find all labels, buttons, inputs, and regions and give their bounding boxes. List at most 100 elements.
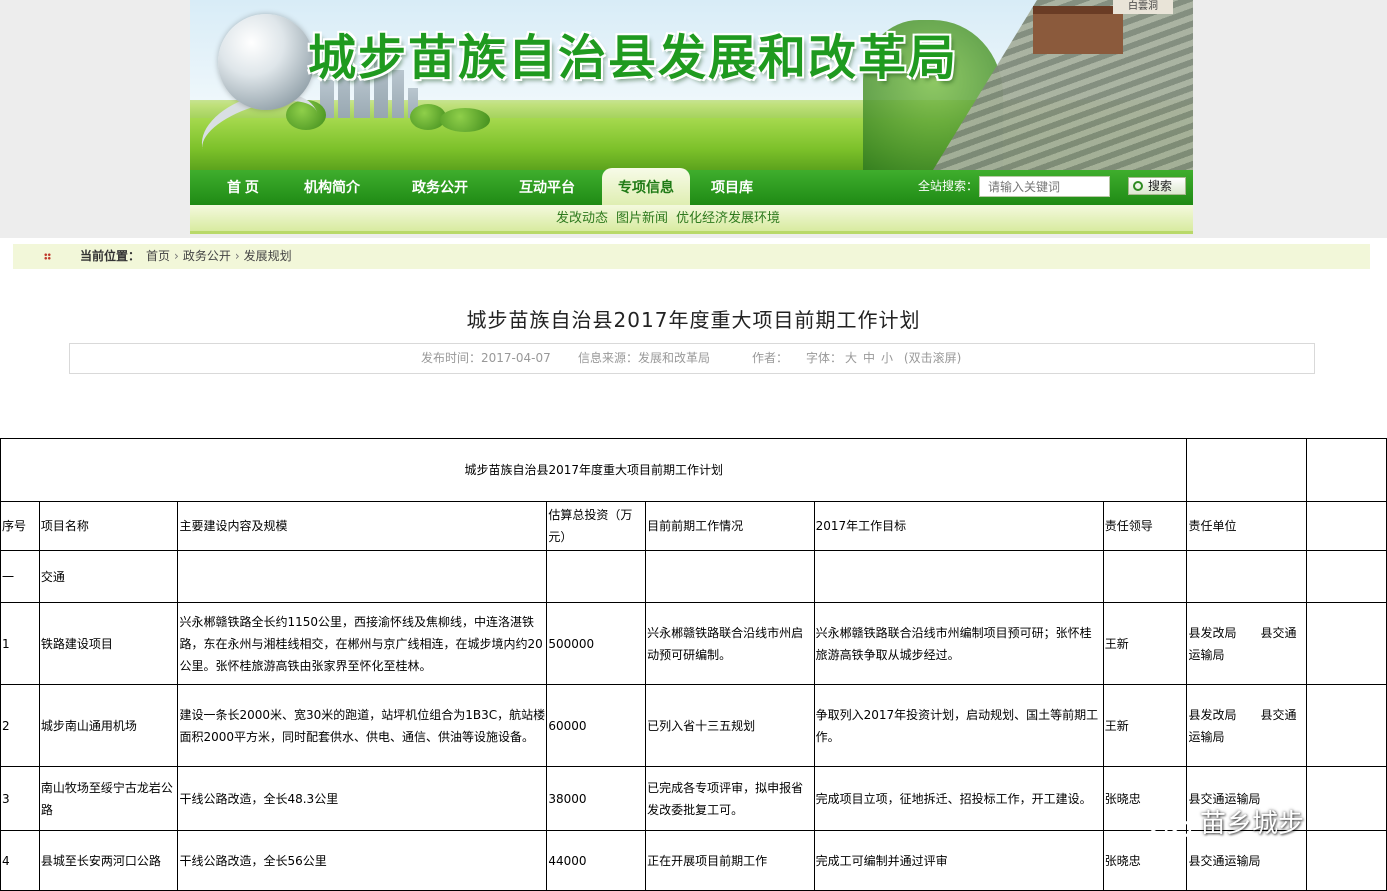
header-unit: 责任单位 [1186,501,1308,551]
header-status: 目前前期工作情况 [645,501,815,551]
author: 作者： [752,351,789,365]
table-section-row: 一 交通 [0,550,1387,603]
font-size-small[interactable]: 小 [881,351,893,365]
font-size-controls: 字体：大中小 (双击滚屏) [806,344,961,373]
nav-about[interactable]: 机构简介 [290,170,374,205]
banner-sign: 白雲洞 [1113,0,1173,14]
row-invest: 44000 [546,830,647,891]
header-content: 主要建设内容及规模 [177,501,548,551]
table-cell [1306,602,1387,685]
row-status: 已列入省十三五规划 [645,684,815,767]
table-cell [1306,684,1387,767]
table-cell [813,550,1104,603]
row-unit: 县发改局 县交通运输局 [1186,602,1308,685]
info-source: 信息来源：发展和改革局 [578,351,711,365]
breadcrumb-trail: 首页 › 政务公开 › 发展规划 [146,244,292,269]
header-no: 序号 [0,501,40,551]
banner-gate [1033,6,1123,54]
table-cell [1186,550,1308,603]
font-size-large[interactable]: 大 [845,351,857,365]
table-title: 城步苗族自治县2017年度重大项目前期工作计划 [0,438,1188,502]
header-name: 项目名称 [38,501,179,551]
font-size-medium[interactable]: 中 [863,351,875,365]
breadcrumb-gov-affairs[interactable]: 政务公开 [183,249,231,263]
table-title-row: 城步苗族自治县2017年度重大项目前期工作计划 [0,438,1387,502]
breadcrumb-separator: › [234,249,240,263]
row-status: 正在开展项目前期工作 [645,830,815,891]
row-goal: 完成项目立项，征地拆迁、招投标工作，开工建设。 [813,766,1104,831]
row-goal: 完成工可编制并通过评审 [813,830,1104,891]
row-no: 2 [0,684,40,767]
watermark-text: 苗乡城步 [1200,809,1305,839]
table-cell [1306,501,1387,551]
row-name: 南山牧场至绥宁古龙岩公路 [38,766,179,831]
search-label: 全站搜索： [918,179,979,193]
nav-project-library[interactable]: 项目库 [698,170,766,205]
wechat-icon [1147,810,1192,839]
row-content: 干线公路改造，全长48.3公里 [177,766,548,831]
subnav-reform-news[interactable]: 发改动态 [556,205,608,233]
subnav-business-environment[interactable]: 优化经济发展环境 [676,205,780,233]
row-leader: 王新 [1102,684,1188,767]
row-unit: 县发改局 县交通运输局 [1186,684,1308,767]
watermark: 苗乡城步 [1146,804,1304,844]
row-name: 城步南山通用机场 [38,684,179,767]
main-nav: 首 页 机构简介 政务公开 互动平台 专项信息 项目库 全站搜索： 搜索 [190,168,1193,205]
row-content: 干线公路改造，全长56公里 [177,830,548,891]
row-content: 兴永郴赣铁路全长约1150公里，西接渝怀线及焦柳线，中连洛湛铁路，东在永州与湘桂… [177,602,548,685]
section-no: 一 [0,550,40,603]
banner-globe [218,14,314,110]
table-cell [1306,550,1387,603]
row-name: 铁路建设项目 [38,602,179,685]
table-header-row: 序号 项目名称 主要建设内容及规模 估算总投资（万元） 目前前期工作情况 201… [0,501,1387,551]
sub-nav: 发改动态 图片新闻 优化经济发展环境 [190,205,1193,234]
breadcrumb: 当前位置： 首页 › 政务公开 › 发展规划 [13,244,1370,269]
row-no: 1 [0,602,40,685]
nav-government-affairs[interactable]: 政务公开 [398,170,482,205]
row-invest: 38000 [546,766,647,831]
row-status: 兴永郴赣铁路联合沿线市州启动预可研编制。 [645,602,815,685]
nav-special-info[interactable]: 专项信息 [602,168,690,205]
section-name: 交通 [38,550,179,603]
row-no: 3 [0,766,40,831]
breadcrumb-home[interactable]: 首页 [146,249,170,263]
row-goal: 兴永郴赣铁路联合沿线市州编制项目预可研；张怀桂旅游高铁争取从城步经过。 [813,602,1104,685]
nav-interaction[interactable]: 互动平台 [505,170,589,205]
table-cell [1306,438,1387,502]
table-cell [1102,550,1188,603]
breadcrumb-dev-planning[interactable]: 发展规划 [244,249,292,263]
table-cell [1306,766,1387,831]
search-icon [1133,181,1143,191]
breadcrumb-label: 当前位置： [80,249,141,263]
font-size-label: 字体： [806,351,843,365]
row-no: 4 [0,830,40,891]
article-meta: 发布时间：2017-04-07 信息来源：发展和改革局 作者： 字体：大中小 (… [69,343,1315,374]
row-content: 建设一条长2000米、宽30米的跑道，站坪机位组合为1B3C，航站楼面积2000… [177,684,548,767]
row-goal: 争取列入2017年投资计划，启动规划、国土等前期工作。 [813,684,1104,767]
row-name: 县城至长安两河口公路 [38,830,179,891]
publish-time: 发布时间：2017-04-07 [421,351,551,365]
nav-home[interactable]: 首 页 [212,170,274,205]
table-cell [645,550,815,603]
banner-tree [440,108,490,132]
search-button-label: 搜索 [1148,179,1173,193]
table-row: 2 城步南山通用机场 建设一条长2000米、宽30米的跑道，站坪机位组合为1B3… [0,684,1387,767]
search-button[interactable]: 搜索 [1128,177,1186,195]
article-title: 城步苗族自治县2017年度重大项目前期工作计划 [466,308,921,332]
scroll-hint: (双击滚屏) [903,351,962,365]
site-title: 城步苗族自治县发展和改革局 [308,30,959,86]
row-invest: 500000 [546,602,647,685]
search-input[interactable] [979,176,1110,197]
table-cell [1186,438,1308,502]
table-row: 1 铁路建设项目 兴永郴赣铁路全长约1150公里，西接渝怀线及焦柳线，中连洛湛铁… [0,602,1387,685]
row-leader: 王新 [1102,602,1188,685]
table-cell [177,550,548,603]
subnav-photo-news[interactable]: 图片新闻 [616,205,668,233]
breadcrumb-dots-icon [44,253,51,260]
table-cell [546,550,647,603]
header-goal: 2017年工作目标 [813,501,1104,551]
table-cell [1306,830,1387,891]
breadcrumb-separator: › [174,249,179,263]
header-leader: 责任领导 [1102,501,1188,551]
header-invest: 估算总投资（万元） [546,501,647,551]
